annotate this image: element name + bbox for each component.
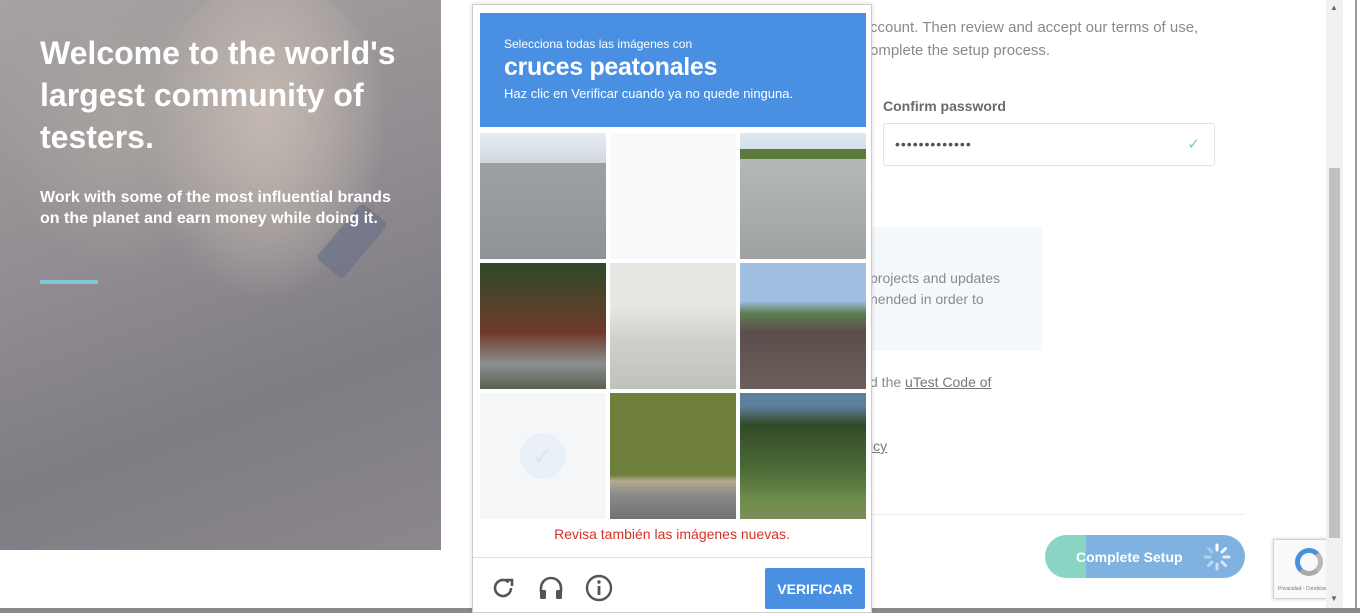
info-icon[interactable] <box>583 572 615 604</box>
confirm-password-label: Confirm password <box>883 98 1006 114</box>
code-of-conduct-link[interactable]: uTest Code of <box>905 374 991 390</box>
hero-subtitle: Work with some of the most influential b… <box>40 189 391 227</box>
form-intro-line-1: ccount. Then review and accept our terms… <box>870 19 1199 36</box>
verify-button[interactable]: VERIFICAR <box>765 568 865 609</box>
window-right-edge <box>1343 0 1360 613</box>
page-scrollbar[interactable]: ▲ ▼ <box>1326 0 1343 608</box>
scroll-down-arrow-icon[interactable]: ▼ <box>1330 594 1338 603</box>
challenge-footer-divider <box>473 557 871 558</box>
reload-icon[interactable] <box>487 572 519 604</box>
challenge-tile[interactable] <box>480 133 606 259</box>
code-of-conduct-text: d the uTest Code of <box>870 374 991 390</box>
challenge-tile[interactable] <box>610 263 736 389</box>
tile-sky <box>480 133 606 163</box>
complete-setup-label: Complete Setup <box>1076 549 1183 565</box>
complete-setup-button[interactable]: Complete Setup <box>1045 535 1245 578</box>
challenge-tile[interactable] <box>480 263 606 389</box>
form-divider <box>870 514 1245 515</box>
tile-road <box>480 163 606 259</box>
scroll-up-arrow-icon[interactable]: ▲ <box>1330 3 1338 12</box>
challenge-tile[interactable] <box>740 263 866 389</box>
challenge-tile[interactable] <box>610 393 736 519</box>
audio-icon[interactable] <box>535 572 567 604</box>
challenge-tile[interactable] <box>610 133 736 259</box>
page: Welcome to the world's largest community… <box>0 0 1360 613</box>
scrollbar-thumb[interactable] <box>1329 168 1340 538</box>
policy-text: icy <box>870 438 887 454</box>
challenge-image-grid: ✓ <box>480 133 866 519</box>
form-intro-line-2: omplete the setup process. <box>870 42 1051 59</box>
challenge-instruction-small: Selecciona todas las imágenes con <box>504 37 693 51</box>
window-edge-line <box>1355 0 1357 613</box>
challenge-hint: Haz clic en Verificar cuando ya no quede… <box>504 86 794 101</box>
valid-check-icon: ✓ <box>1187 136 1200 153</box>
code-prefix: d the <box>870 374 906 390</box>
confirm-password-value: ••••••••••••• <box>895 136 972 152</box>
hero-accent-rule <box>40 280 98 284</box>
selected-check-icon: ✓ <box>532 441 554 471</box>
recaptcha-logo-icon <box>1295 548 1323 576</box>
challenge-error: Revisa también las imágenes nuevas. <box>554 526 790 542</box>
challenge-tile-selected[interactable]: ✓ <box>480 393 606 519</box>
tile-road <box>740 159 866 259</box>
challenge-target: cruces peatonales <box>504 53 718 81</box>
recaptcha-challenge: Selecciona todas las imágenes con cruces… <box>472 4 872 613</box>
confirm-password-field[interactable]: ••••••••••••• ✓ <box>883 123 1215 166</box>
hero-panel: Welcome to the world's largest community… <box>0 0 441 550</box>
info-line-2: nended in order to <box>870 291 984 307</box>
info-line-1: projects and updates <box>870 270 1000 286</box>
challenge-header: Selecciona todas las imágenes con cruces… <box>480 13 866 127</box>
info-text: projects and updates nended in order to <box>870 268 1000 310</box>
challenge-tile[interactable] <box>740 133 866 259</box>
policy-link[interactable]: icy <box>870 438 887 454</box>
hero-title: Welcome to the world's largest community… <box>40 35 396 155</box>
challenge-tile[interactable] <box>740 393 866 519</box>
loading-spinner-icon <box>1203 543 1231 571</box>
